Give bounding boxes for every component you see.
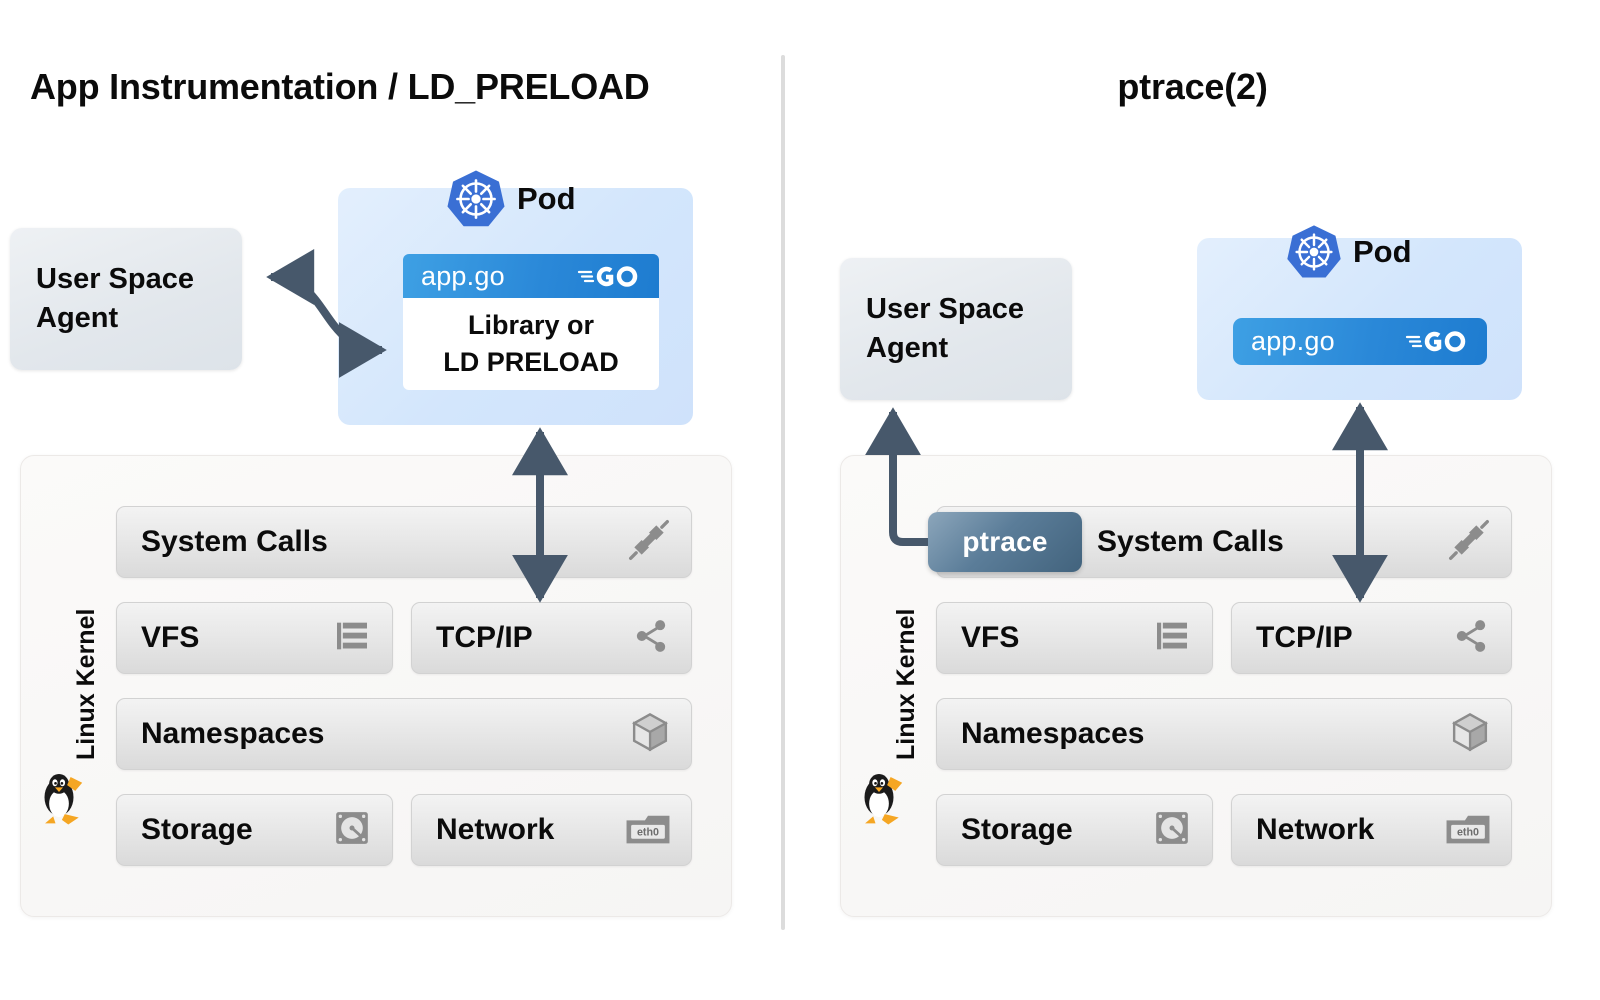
right-row-label-system-calls: System Calls [1097, 525, 1284, 558]
right-kernel-row-network[interactable]: Network eth0 [1231, 794, 1512, 866]
tux-penguin-icon [30, 770, 88, 833]
left-appgo-header[interactable]: app.go [403, 254, 659, 298]
right-appgo-bar[interactable]: app.go [1233, 318, 1487, 365]
left-row-label-namespaces: Namespaces [141, 717, 325, 750]
left-row-label-system-calls: System Calls [141, 525, 328, 558]
left-panel-title: App Instrumentation / LD_PRELOAD [30, 66, 650, 107]
share-network-icon [1451, 616, 1491, 661]
hard-disk-icon [1152, 808, 1192, 853]
hard-disk-icon [332, 808, 372, 853]
share-network-icon [631, 616, 671, 661]
left-kernel-row-namespaces[interactable]: Namespaces [116, 698, 692, 770]
eth0-nic-icon: eth0 [1445, 811, 1491, 850]
left-row-label-vfs: VFS [141, 621, 200, 654]
left-appgo-filename: app.go [421, 260, 505, 291]
right-kernel-row-storage[interactable]: Storage [936, 794, 1213, 866]
right-row-label-network: Network [1256, 813, 1375, 846]
cube-icon [629, 711, 671, 758]
left-kernel-row-storage[interactable]: Storage [116, 794, 393, 866]
left-pod-header: Pod [445, 168, 576, 230]
go-icon [577, 263, 643, 290]
layers-list-icon [332, 616, 372, 661]
left-library-box[interactable]: Library or LD PRELOAD [403, 298, 659, 390]
right-kernel-vertical-label: Linux Kernel [892, 608, 920, 760]
right-kernel-row-tcpip[interactable]: TCP/IP [1231, 602, 1512, 674]
right-panel: ptrace(2) User Space Agent Pod app.go Li… [785, 0, 1600, 1000]
svg-text:eth0: eth0 [637, 826, 659, 838]
right-kernel-row-namespaces[interactable]: Namespaces [936, 698, 1512, 770]
plug-icon [1447, 518, 1491, 567]
right-pod-title: Pod [1353, 234, 1412, 269]
right-kernel-row-vfs[interactable]: VFS [936, 602, 1213, 674]
right-user-space-agent-label: User Space Agent [866, 292, 1024, 364]
eth0-nic-icon: eth0 [625, 811, 671, 850]
right-panel-title: ptrace(2) [1117, 66, 1268, 107]
left-library-label: Library or LD PRELOAD [443, 309, 619, 377]
right-user-space-agent-box[interactable]: User Space Agent [840, 258, 1072, 400]
svg-text:eth0: eth0 [1457, 826, 1479, 838]
right-appgo-filename: app.go [1251, 326, 1335, 356]
left-kernel-row-system-calls[interactable]: System Calls [116, 506, 692, 578]
right-row-label-tcpip: TCP/IP [1256, 621, 1353, 654]
layers-list-icon [1152, 616, 1192, 661]
left-pod-title: Pod [517, 181, 576, 216]
left-kernel-vertical-label: Linux Kernel [72, 608, 100, 760]
diagram-canvas: App Instrumentation / LD_PRELOAD User Sp… [0, 0, 1600, 1000]
left-row-label-network: Network [436, 813, 555, 846]
left-user-space-agent-label: User Space Agent [36, 262, 194, 334]
left-panel: App Instrumentation / LD_PRELOAD User Sp… [0, 0, 781, 1000]
right-row-label-storage: Storage [961, 813, 1073, 846]
right-pod-header: Pod [1285, 223, 1412, 281]
left-user-space-agent-box[interactable]: User Space Agent [10, 228, 242, 370]
ptrace-badge[interactable]: ptrace [928, 512, 1082, 572]
left-kernel-row-vfs[interactable]: VFS [116, 602, 393, 674]
ptrace-badge-label: ptrace [962, 526, 1048, 557]
right-row-label-namespaces: Namespaces [961, 717, 1145, 750]
right-row-label-vfs: VFS [961, 621, 1020, 654]
left-kernel-row-tcpip[interactable]: TCP/IP [411, 602, 692, 674]
kubernetes-icon [445, 168, 507, 230]
plug-icon [627, 518, 671, 567]
tux-penguin-icon [850, 770, 908, 833]
cube-icon [1449, 711, 1491, 758]
kubernetes-icon [1285, 223, 1343, 281]
go-icon [1405, 328, 1471, 355]
left-row-label-storage: Storage [141, 813, 253, 846]
left-kernel-row-network[interactable]: Network eth0 [411, 794, 692, 866]
left-row-label-tcpip: TCP/IP [436, 621, 533, 654]
